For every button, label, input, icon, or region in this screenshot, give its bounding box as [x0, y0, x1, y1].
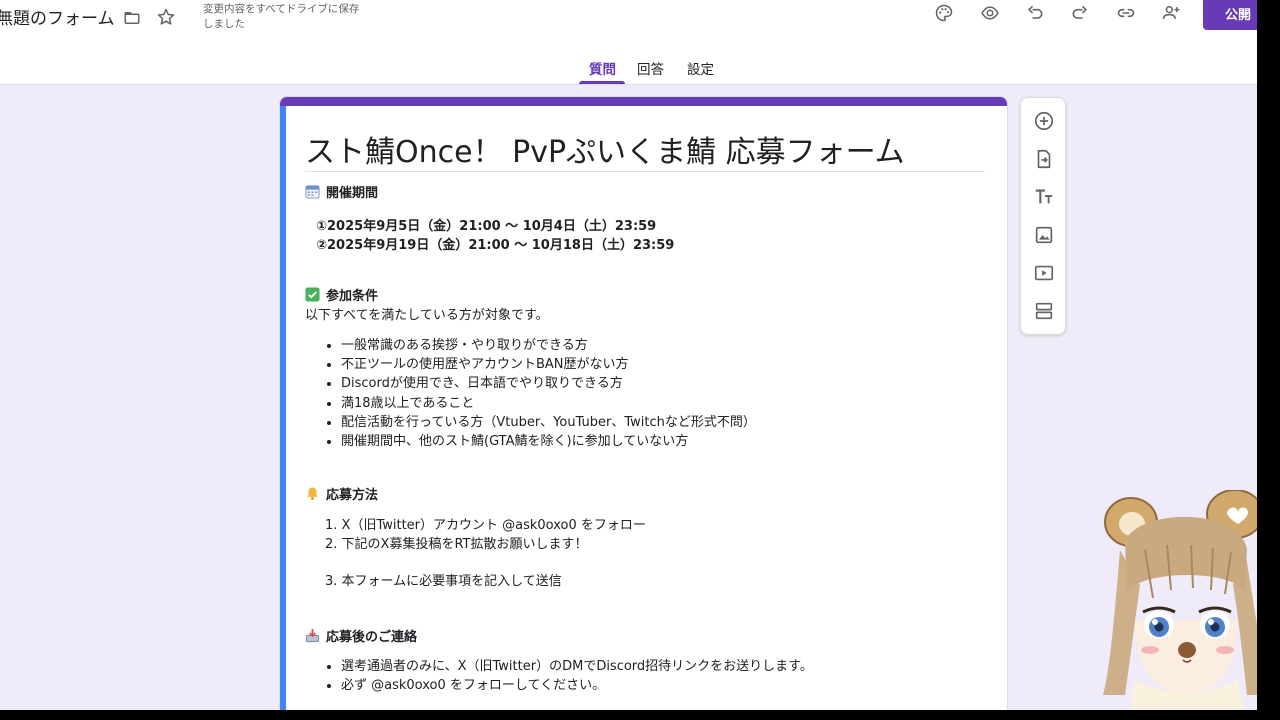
conditions-list: 一般常識のある挨拶・やり取りができる方 不正ツールの使用歴やアカウントBAN歴が…	[341, 336, 756, 451]
period-heading: 開催期間	[305, 182, 378, 201]
list-item: Discordが使用でき、日本語でやり取りできる方	[341, 374, 756, 393]
calendar-icon	[305, 184, 320, 199]
section-icon[interactable]	[1032, 299, 1056, 323]
list-item: 開催期間中、他のスト鯖(GTA鯖を除く)に参加していない方	[341, 432, 756, 451]
list-item: 配信活動を行っている方（Vtuber、YouTuber、Twitchなど形式不問…	[341, 413, 756, 432]
apply-heading-text: 応募方法	[326, 488, 379, 503]
tab-settings[interactable]: 設定	[687, 58, 714, 78]
redo-icon[interactable]	[1069, 2, 1091, 24]
title-text-icon[interactable]	[1032, 185, 1056, 209]
list-item: 一般常識のある挨拶・やり取りができる方	[341, 336, 756, 355]
tab-responses[interactable]: 回答	[637, 58, 664, 78]
list-item: 1. X（旧Twitter）アカウント @ask0oxo0 をフォロー	[325, 518, 646, 533]
title-divider	[305, 171, 985, 172]
after-heading: 応募後のご連絡	[305, 626, 417, 645]
google-forms-editor: 無題のフォーム 変更内容をすべてドライブに保存しました 公開 質問 回答 設定	[0, 0, 1257, 710]
star-icon[interactable]	[155, 6, 177, 28]
active-tab-indicator	[579, 81, 625, 84]
add-question-icon[interactable]	[1032, 109, 1056, 133]
period-line-1: ①2025年9月5日（金）21:00 〜 10月4日（土）23:59	[316, 219, 657, 234]
list-item: 2. 下記のX募集投稿をRT拡散お願いします！	[325, 537, 588, 552]
bell-icon	[305, 486, 320, 501]
tab-questions[interactable]: 質問	[589, 58, 616, 78]
inbox-tray-icon	[305, 628, 320, 643]
palette-icon[interactable]	[933, 2, 955, 24]
image-icon[interactable]	[1032, 223, 1056, 247]
publish-button[interactable]: 公開	[1203, 0, 1257, 30]
apply-steps: 1. X（旧Twitter）アカウント @ask0oxo0 をフォロー 2. 下…	[325, 516, 646, 591]
vtuber-avatar	[1095, 489, 1257, 710]
side-toolbar	[1020, 97, 1066, 335]
period-line-2: ②2025年9月19日（金）21:00 〜 10月18日（土）23:59	[316, 238, 675, 253]
card-focus-bar	[280, 106, 286, 710]
header-bar: 無題のフォーム 変更内容をすべてドライブに保存しました 公開 質問 回答 設定	[0, 0, 1257, 85]
period-heading-text: 開催期間	[326, 186, 379, 201]
conditions-heading: 参加条件	[305, 285, 378, 304]
after-heading-text: 応募後のご連絡	[326, 630, 418, 645]
list-item: 満18歳以上であること	[341, 394, 756, 413]
list-item: 不正ツールの使用歴やアカウントBAN歴がない方	[341, 355, 756, 374]
after-list: 選考通過者のみに、X（旧Twitter）のDMでDiscord招待リンクをお送り…	[341, 657, 813, 695]
card-title[interactable]: スト鯖Once！ PvPぷいくま鯖 応募フォーム	[305, 127, 905, 171]
eye-icon[interactable]	[978, 2, 1002, 24]
link-icon[interactable]	[1114, 2, 1138, 24]
add-person-icon[interactable]	[1159, 2, 1183, 24]
undo-icon[interactable]	[1024, 2, 1046, 24]
folder-icon[interactable]	[121, 7, 143, 29]
form-header-card[interactable]: スト鯖Once！ PvPぷいくま鯖 応募フォーム 開催期間 ①2025年9月5日…	[279, 96, 1008, 710]
form-title[interactable]: 無題のフォーム	[0, 4, 115, 29]
check-mark-icon	[305, 287, 320, 302]
list-item: 必ず @ask0oxo0 をフォローしてください。	[341, 676, 813, 695]
list-item: 選考通過者のみに、X（旧Twitter）のDMでDiscord招待リンクをお送り…	[341, 657, 813, 676]
video-icon[interactable]	[1032, 261, 1056, 285]
card-accent-bar	[280, 97, 1007, 106]
import-icon[interactable]	[1032, 147, 1056, 171]
conditions-heading-text: 参加条件	[326, 289, 379, 304]
conditions-intro: 以下すべてを満たしている方が対象です。	[305, 308, 549, 323]
list-item: 3. 本フォームに必要事項を記入して送信	[325, 574, 562, 589]
apply-heading: 応募方法	[305, 484, 378, 503]
save-status: 変更内容をすべてドライブに保存しました	[203, 3, 360, 30]
